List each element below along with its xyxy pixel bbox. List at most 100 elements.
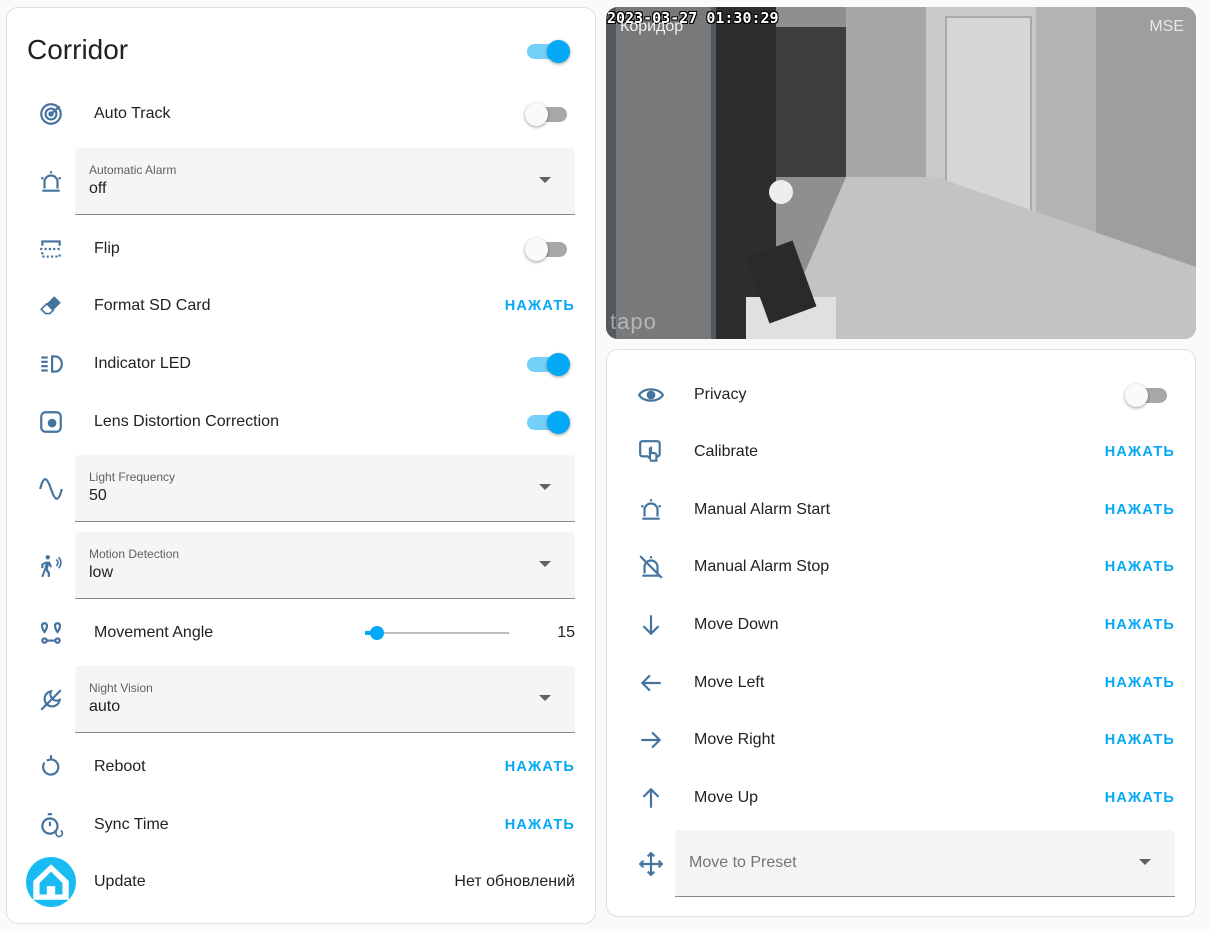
motion-detection-select-label: Motion Detection	[89, 547, 180, 561]
row-auto-track: Auto Track	[7, 90, 595, 138]
row-movement-angle: Movement Angle 15	[7, 609, 595, 657]
reboot-button[interactable]: НАЖАТЬ	[505, 759, 575, 775]
alarm-start-label: Manual Alarm Start	[694, 501, 831, 518]
row-alarm-stop: Manual Alarm Stop НАЖАТЬ	[607, 543, 1195, 591]
privacy-toggle[interactable]	[1125, 384, 1169, 407]
slider-thumb[interactable]	[369, 626, 384, 640]
row-format-sd: Format SD Card НАЖАТЬ	[7, 282, 595, 330]
move-to-preset-select[interactable]: Move to Preset	[675, 830, 1175, 897]
restart-icon	[35, 751, 67, 783]
eraser-icon	[35, 290, 67, 322]
eye-icon	[635, 379, 667, 411]
alarm-stop-button[interactable]: НАЖАТЬ	[1105, 559, 1175, 575]
move-right-label: Move Right	[694, 731, 775, 748]
alarm-light-off-icon	[635, 551, 667, 583]
camera-stream-badge: MSE	[1149, 18, 1184, 35]
lens-distortion-label: Lens Distortion Correction	[94, 413, 279, 430]
map-marker-distance-icon	[35, 617, 67, 649]
move-down-label: Move Down	[694, 616, 779, 633]
move-left-label: Move Left	[694, 674, 765, 691]
arrow-up-icon	[635, 782, 667, 814]
gesture-tap-icon	[635, 436, 667, 468]
chevron-down-icon	[539, 177, 551, 183]
card-header-toggle[interactable]	[525, 40, 570, 63]
light-frequency-select[interactable]: Light Frequency 50	[75, 455, 575, 522]
led-icon	[35, 348, 67, 380]
move-down-button[interactable]: НАЖАТЬ	[1105, 617, 1175, 633]
update-label: Update	[94, 873, 146, 890]
motion-detection-select-value: low	[89, 564, 114, 581]
light-frequency-select-label: Light Frequency	[89, 470, 176, 484]
automatic-alarm-select[interactable]: Automatic Alarm off	[75, 148, 575, 215]
lens-icon	[35, 406, 67, 438]
alarm-light-icon	[635, 494, 667, 526]
alarm-light-icon	[35, 166, 67, 198]
row-reboot: Reboot НАЖАТЬ	[7, 743, 595, 791]
automatic-alarm-select-label: Automatic Alarm	[89, 163, 177, 177]
movement-angle-value: 15	[557, 624, 575, 641]
calibrate-button[interactable]: НАЖАТЬ	[1105, 444, 1175, 460]
chevron-down-icon	[539, 561, 551, 567]
card-title: Corridor	[27, 34, 129, 65]
move-right-button[interactable]: НАЖАТЬ	[1105, 732, 1175, 748]
sine-wave-icon	[35, 473, 67, 505]
movement-angle-slider[interactable]	[365, 623, 509, 643]
camera-picture-card[interactable]: 2023-03-27 01:30:29 Коридор MSE tapo	[606, 7, 1196, 339]
sync-time-label: Sync Time	[94, 816, 169, 833]
camera-watermark: tapo	[610, 309, 657, 334]
chevron-down-icon	[539, 695, 551, 701]
reboot-label: Reboot	[94, 758, 146, 775]
move-to-preset-placeholder: Move to Preset	[689, 854, 797, 871]
row-sync-time: Sync Time НАЖАТЬ	[7, 801, 595, 849]
update-state: Нет обновлений	[454, 873, 575, 890]
flip-vertical-icon	[35, 233, 67, 265]
camera-feed-image	[606, 7, 1196, 339]
move-left-button[interactable]: НАЖАТЬ	[1105, 675, 1175, 691]
weather-night-icon	[35, 684, 67, 716]
camera-title: Коридор	[620, 18, 684, 35]
flip-toggle[interactable]	[525, 238, 569, 261]
row-move-left: Move Left НАЖАТЬ	[607, 659, 1195, 707]
chevron-down-icon	[539, 484, 551, 490]
row-lens-distortion: Lens Distortion Correction	[7, 398, 595, 446]
auto-track-toggle[interactable]	[525, 103, 569, 126]
move-up-button[interactable]: НАЖАТЬ	[1105, 790, 1175, 806]
flip-label: Flip	[94, 240, 120, 257]
chevron-down-icon	[1139, 859, 1151, 865]
format-sd-label: Format SD Card	[94, 297, 211, 314]
auto-track-label: Auto Track	[94, 105, 171, 122]
calibrate-label: Calibrate	[694, 443, 759, 460]
row-update: Update Нет обновлений	[7, 856, 595, 908]
timer-sync-icon	[35, 809, 67, 841]
indicator-led-label: Indicator LED	[94, 355, 191, 372]
motion-detection-select[interactable]: Motion Detection low	[75, 532, 575, 599]
row-move-right: Move Right НАЖАТЬ	[607, 716, 1195, 764]
automatic-alarm-select-value: off	[89, 180, 107, 197]
indicator-led-toggle[interactable]	[525, 353, 570, 376]
row-alarm-start: Manual Alarm Start НАЖАТЬ	[607, 486, 1195, 534]
entities-card-corridor: Corridor Auto Track Automatic Alarm off …	[6, 7, 596, 924]
night-vision-select-value: auto	[89, 698, 121, 715]
arrow-right-icon	[635, 724, 667, 756]
alarm-start-button[interactable]: НАЖАТЬ	[1105, 502, 1175, 518]
sync-time-button[interactable]: НАЖАТЬ	[505, 817, 575, 833]
alarm-stop-label: Manual Alarm Stop	[694, 558, 830, 575]
privacy-label: Privacy	[694, 386, 747, 403]
row-flip: Flip	[7, 225, 595, 273]
home-assistant-logo-icon	[25, 856, 77, 908]
motion-sensor-icon	[35, 550, 67, 582]
arrow-down-icon	[635, 609, 667, 641]
move-up-label: Move Up	[694, 789, 759, 806]
row-move-down: Move Down НАЖАТЬ	[607, 601, 1195, 649]
format-sd-button[interactable]: НАЖАТЬ	[505, 298, 575, 314]
night-vision-select[interactable]: Night Vision auto	[75, 666, 575, 733]
lens-distortion-toggle[interactable]	[525, 411, 570, 434]
cursor-move-icon	[635, 848, 667, 880]
arrow-left-icon	[635, 667, 667, 699]
light-frequency-select-value: 50	[89, 487, 107, 504]
row-privacy: Privacy	[607, 371, 1195, 419]
night-vision-select-label: Night Vision	[89, 681, 153, 695]
row-indicator-led: Indicator LED	[7, 340, 595, 388]
row-move-up: Move Up НАЖАТЬ	[607, 774, 1195, 822]
row-calibrate: Calibrate НАЖАТЬ	[607, 428, 1195, 476]
